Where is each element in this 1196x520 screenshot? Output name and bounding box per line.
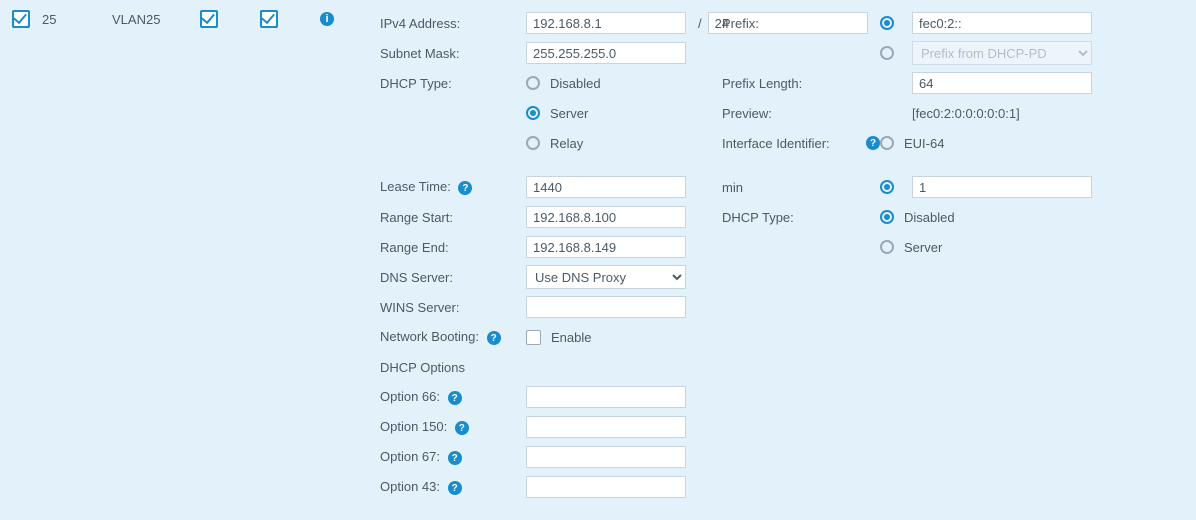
ipv6-dhcp-type-label: DHCP Type: — [722, 210, 876, 225]
ipv4-address-label: IPv4 Address: — [380, 16, 526, 31]
range-start-label: Range Start: — [380, 210, 526, 225]
dns-server-select[interactable]: Use DNS Proxy — [526, 265, 686, 289]
dhcp-disabled-radio[interactable] — [526, 76, 540, 90]
subnet-mask-label: Subnet Mask: — [380, 46, 526, 61]
eui64-label: EUI-64 — [904, 136, 944, 151]
slash-label: / — [698, 16, 702, 31]
ipv6-controls: Prefix from DHCP-PD [fec0:2:0:0:0:0:0:1]… — [880, 8, 1190, 262]
ifid-help-icon[interactable]: ? — [866, 136, 880, 150]
preview-value: [fec0:2:0:0:0:0:0:1] — [912, 106, 1020, 121]
dhcp-server-label: Server — [550, 106, 588, 121]
dns-server-label: DNS Server: — [380, 270, 526, 285]
dhcp-options-header: DHCP Options — [380, 360, 526, 375]
option67-label: Option 67: ? — [380, 449, 526, 466]
prefix-label: Prefix: — [722, 16, 876, 31]
prefix-length-input[interactable] — [912, 72, 1092, 94]
ipv4-column: IPv4 Address: Subnet Mask: DHCP Type: Di… — [380, 8, 720, 502]
ipv6-dhcp-server-radio[interactable] — [880, 240, 894, 254]
ifid-input[interactable] — [912, 176, 1092, 198]
dhcp-disabled-label: Disabled — [550, 76, 601, 91]
option43-input[interactable] — [526, 476, 686, 498]
option150-help-icon[interactable]: ? — [455, 421, 469, 435]
option66-label: Option 66: ? — [380, 389, 526, 406]
ipv6-dhcp-server-label: Server — [904, 240, 942, 255]
option150-label: Option 150: ? — [380, 419, 526, 436]
vlan-enable-checkbox[interactable] — [12, 10, 30, 28]
dhcp-relay-radio[interactable] — [526, 136, 540, 150]
lease-help-icon[interactable]: ? — [458, 181, 472, 195]
vlan-name: VLAN25 — [112, 12, 200, 27]
prefix-pd-select: Prefix from DHCP-PD — [912, 41, 1092, 65]
subnet-mask-input[interactable] — [526, 42, 686, 64]
option66-input[interactable] — [526, 386, 686, 408]
lease-time-label: Lease Time: ? — [380, 179, 526, 196]
vlan-row: 25 VLAN25 i — [12, 10, 334, 28]
eui64-radio[interactable] — [880, 136, 894, 150]
dhcp-relay-label: Relay — [550, 136, 583, 151]
ipv6-dhcp-disabled-label: Disabled — [904, 210, 955, 225]
netboot-help-icon[interactable]: ? — [487, 331, 501, 345]
vlan-flag2-checkbox[interactable] — [260, 10, 278, 28]
range-start-input[interactable] — [526, 206, 686, 228]
vlan-id: 25 — [42, 12, 112, 27]
vlan-flag1-checkbox[interactable] — [200, 10, 218, 28]
prefix-length-label: Prefix Length: — [722, 76, 876, 91]
netboot-enable-checkbox[interactable] — [526, 330, 541, 345]
wins-server-label: WINS Server: — [380, 300, 526, 315]
preview-label: Preview: — [722, 106, 876, 121]
info-icon[interactable]: i — [320, 12, 334, 26]
dhcp-server-radio[interactable] — [526, 106, 540, 120]
lease-time-input[interactable] — [526, 176, 686, 198]
netboot-enable-label: Enable — [551, 330, 591, 345]
option67-help-icon[interactable]: ? — [448, 451, 462, 465]
ipv6-dhcp-disabled-radio[interactable] — [880, 210, 894, 224]
range-end-input[interactable] — [526, 236, 686, 258]
wins-server-input[interactable] — [526, 296, 686, 318]
prefix-pd-radio[interactable] — [880, 46, 894, 60]
option150-input[interactable] — [526, 416, 686, 438]
prefix-manual-radio[interactable] — [880, 16, 894, 30]
range-end-label: Range End: — [380, 240, 526, 255]
network-booting-label: Network Booting: ? — [380, 329, 526, 346]
option66-help-icon[interactable]: ? — [448, 391, 462, 405]
ifid-manual-radio[interactable] — [880, 180, 894, 194]
option67-input[interactable] — [526, 446, 686, 468]
interface-id-label: Interface Identifier: — [722, 136, 862, 151]
option43-label: Option 43: ? — [380, 479, 526, 496]
dhcp-type-label: DHCP Type: — [380, 76, 526, 91]
prefix-input[interactable] — [912, 12, 1092, 34]
option43-help-icon[interactable]: ? — [448, 481, 462, 495]
ipv4-address-input[interactable] — [526, 12, 686, 34]
